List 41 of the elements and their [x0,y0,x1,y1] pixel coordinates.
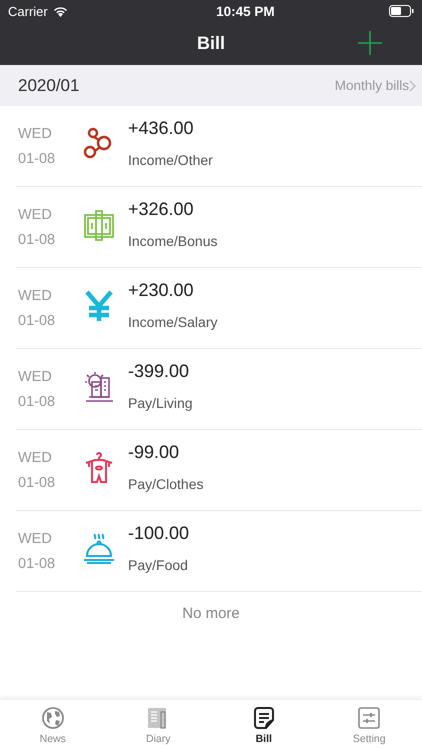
weekday-label: WED [17,450,53,466]
battery-icon [388,5,414,17]
clock-text: 10:45 PM [216,4,275,18]
wifi-icon [52,6,68,16]
weekday-label: WED [17,126,53,142]
date-label: 01-08 [17,394,56,410]
amount-text: -99.00 [128,442,180,463]
amount-text: +326.00 [128,199,195,220]
amount-text: +436.00 [128,118,195,139]
category-label: Income/Salary [128,314,218,330]
date-label: 01-08 [17,475,56,491]
weekday-label: WED [17,531,53,547]
tab-button[interactable]: Setting [316,700,422,750]
amount-text: +230.00 [128,280,195,301]
tab-button[interactable]: News [0,700,106,750]
weekday-label: WED [17,369,53,385]
category-label: Pay/Food [128,557,189,573]
carrier-label: Carrier [8,4,48,18]
date-label: 01-08 [17,313,56,329]
category-label: Pay/Living [128,395,193,411]
sliders-icon [357,706,382,730]
add-button[interactable] [358,31,382,55]
weekday-label: WED [17,207,53,223]
date-label: 01-08 [17,151,56,167]
chevron-icon [409,80,416,92]
date-label: 01-08 [17,232,56,248]
monthly-bills-link[interactable]: Monthly bills [334,78,416,93]
category-label: Income/Bonus [128,233,218,249]
tab-button[interactable]: Diary [106,700,211,750]
category-label: Pay/Clothes [128,476,204,492]
amount-text: -399.00 [128,361,190,382]
globe-icon [40,706,65,730]
screen-title: Bill [196,33,225,54]
tab-button[interactable]: Bill [211,700,316,750]
date-label: 01-08 [17,556,56,572]
amount-text: -100.00 [128,523,190,544]
weekday-label: WED [17,288,53,304]
note-icon [252,706,276,730]
month-label: 2020/01 [18,76,80,96]
end-of-list-text: No more [182,605,240,622]
category-label: Income/Other [128,152,213,168]
